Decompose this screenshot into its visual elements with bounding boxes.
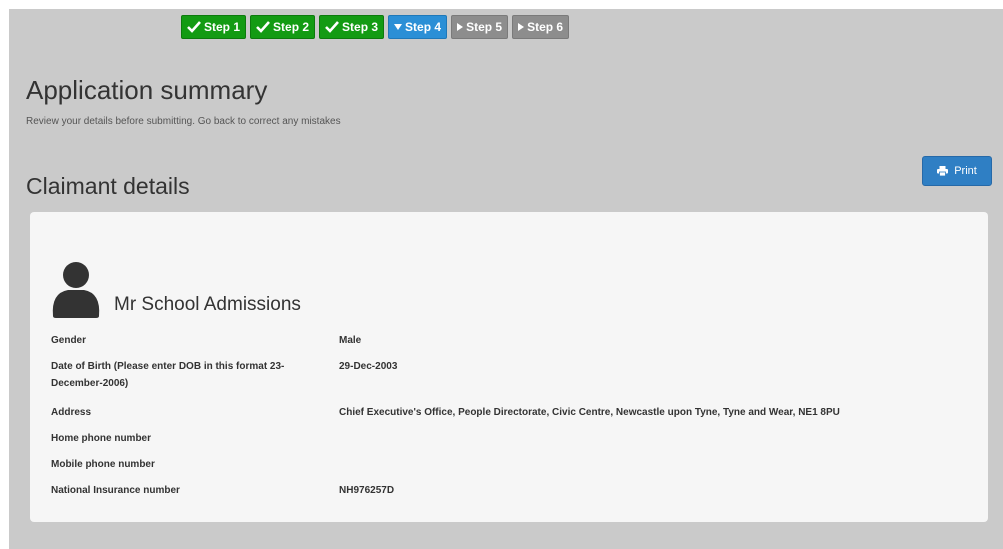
field-label: Mobile phone number [51, 459, 155, 470]
field-value: NH976257D [339, 485, 395, 496]
step-6-button[interactable]: Step 6 [512, 15, 570, 39]
caret-right-icon [457, 23, 464, 31]
field-label: National Insurance number [51, 485, 180, 496]
caret-right-icon [518, 23, 525, 31]
field-label: Gender [51, 335, 87, 346]
field-label: Date of Birth (Please enter DOB in this … [51, 361, 285, 389]
claimant-name: Mr School Admissions [114, 294, 301, 315]
section-title: Claimant details [26, 173, 190, 199]
field-value: Male [339, 335, 362, 346]
page-container: Step 1 Step 2 Step 3 Step 4 Step 5 Step … [9, 9, 1003, 549]
check-icon [187, 21, 201, 33]
user-icon [52, 262, 100, 318]
step-2-label: Step 2 [273, 20, 310, 34]
step-4-button[interactable]: Step 4 [388, 15, 448, 39]
page-subtitle: Review your details before submitting. G… [26, 116, 341, 127]
step-3-button[interactable]: Step 3 [319, 15, 385, 39]
page-title: Application summary [26, 75, 268, 105]
step-1-button[interactable]: Step 1 [181, 15, 247, 39]
claimant-details-panel: Mr School Admissions Gender Male Date of… [30, 212, 988, 522]
check-icon [256, 21, 270, 33]
step-5-button[interactable]: Step 5 [451, 15, 509, 39]
printer-icon [937, 166, 949, 176]
field-label: Address [51, 407, 92, 418]
field-label: Home phone number [51, 433, 152, 444]
step-progress-bar: Step 1 Step 2 Step 3 Step 4 Step 5 Step … [181, 15, 570, 39]
field-value: Chief Executive's Office, People Directo… [339, 407, 840, 418]
step-1-label: Step 1 [204, 20, 241, 34]
step-5-label: Step 5 [466, 20, 503, 34]
step-6-label: Step 6 [527, 20, 564, 34]
step-4-label: Step 4 [405, 20, 442, 34]
step-2-button[interactable]: Step 2 [250, 15, 316, 39]
print-button-label: Print [954, 165, 977, 177]
print-button[interactable]: Print [922, 156, 992, 186]
field-value: 29-Dec-2003 [339, 361, 398, 372]
check-icon [325, 21, 340, 33]
step-3-label: Step 3 [342, 20, 379, 34]
caret-down-icon [394, 24, 403, 30]
